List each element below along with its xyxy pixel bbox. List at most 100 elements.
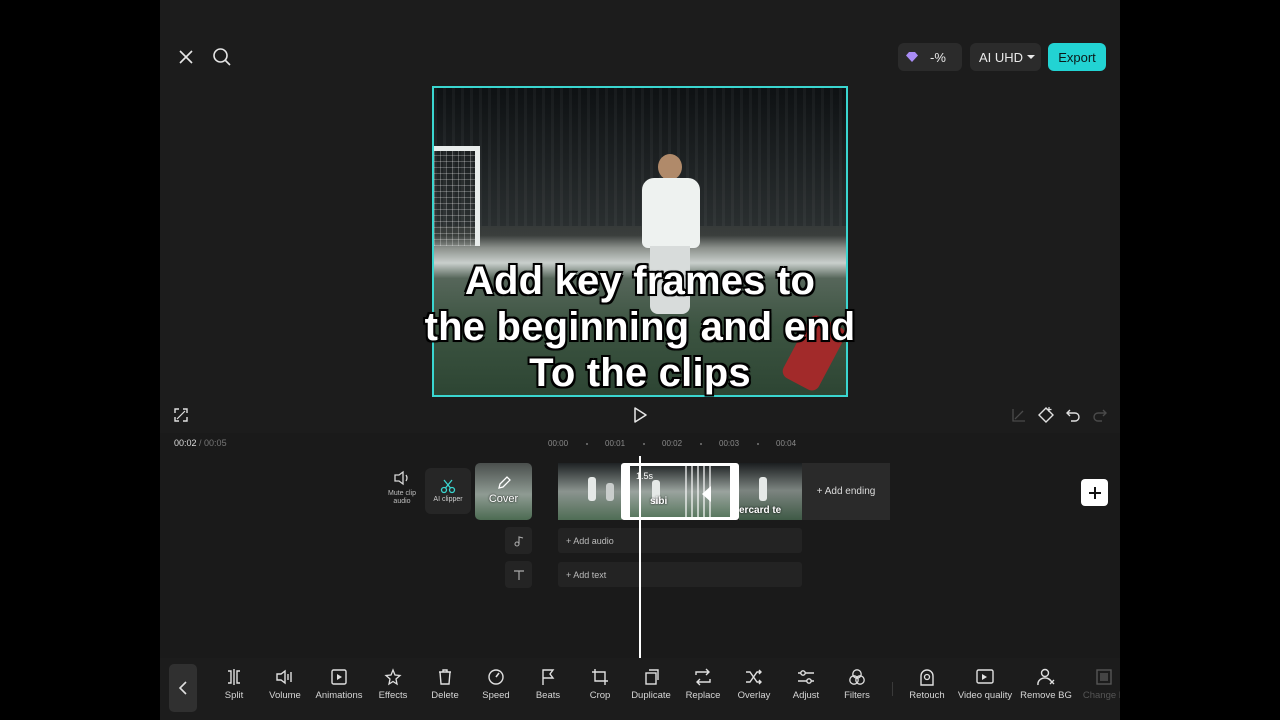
clip-figure <box>588 477 596 501</box>
play-icon[interactable] <box>629 404 651 426</box>
caret-down-icon <box>1027 55 1036 59</box>
video-clip[interactable]: ercard te <box>739 463 802 520</box>
quality-dropdown[interactable]: AI UHD <box>970 43 1041 71</box>
mute-clip-audio-label: Mute clip audio <box>387 490 416 505</box>
keyframe-marker-icon <box>702 486 711 502</box>
video-clip[interactable] <box>558 463 622 520</box>
add-keyframe-icon[interactable] <box>1035 404 1057 426</box>
caption-line-3: To the clips <box>529 351 751 395</box>
add-ending-button[interactable]: + Add ending <box>802 463 890 520</box>
mute-clip-audio-button[interactable]: Mute clip audio <box>379 470 425 506</box>
volume-label: Volume <box>269 690 301 701</box>
speaker-icon <box>394 470 408 486</box>
split-icon <box>228 669 240 685</box>
video-quality-label: Video quality <box>957 690 1013 701</box>
remove-bg-icon <box>1037 668 1055 686</box>
overlay-tool[interactable]: Overlay <box>724 668 784 701</box>
redo-icon[interactable] <box>1089 404 1111 426</box>
chevron-left-icon <box>178 681 187 695</box>
adjust-icon <box>798 670 814 684</box>
add-media-button[interactable] <box>1081 479 1108 506</box>
video-quality-tool[interactable]: Video quality <box>955 668 1015 701</box>
current-time: 00:02 <box>174 438 197 448</box>
change-bg-icon <box>1096 669 1112 685</box>
speed-tool[interactable]: Speed <box>466 668 526 701</box>
beats-tool[interactable]: Beats <box>518 668 578 701</box>
credits-label: -% <box>930 49 946 65</box>
fullscreen-icon[interactable] <box>170 404 192 426</box>
clip-overlay-text: sibi <box>650 496 668 507</box>
credits-badge[interactable]: -% <box>898 43 962 71</box>
caption-line-1: Add key frames to <box>464 259 816 303</box>
clip-figure <box>759 477 767 501</box>
cover-button[interactable]: Cover <box>475 463 532 520</box>
ruler-label: 00:03 <box>719 439 740 448</box>
retouch-tool[interactable]: Retouch <box>897 668 957 701</box>
playhead[interactable] <box>639 456 641 658</box>
animations-label: Animations <box>315 690 363 701</box>
beats-label: Beats <box>535 690 561 701</box>
clip-overlay-text: ercard te <box>739 505 782 516</box>
ruler-dot <box>700 443 702 445</box>
back-button[interactable] <box>169 664 197 712</box>
keyframe-graph-icon[interactable] <box>1008 404 1030 426</box>
retouch-label: Retouch <box>909 690 945 701</box>
ruler-dot <box>586 443 588 445</box>
ai-clipper-label: AI clipper <box>433 496 463 503</box>
text-icon[interactable] <box>505 561 532 588</box>
search-icon[interactable] <box>209 44 235 70</box>
ruler-dot <box>643 443 645 445</box>
effects-tool[interactable]: Effects <box>363 668 423 701</box>
video-editor: -% AI UHD Export Add key frames to the b… <box>160 0 1120 720</box>
remove-bg-label: Remove BG <box>1020 690 1072 701</box>
export-button[interactable]: Export <box>1048 43 1106 71</box>
overlay-icon <box>746 669 762 685</box>
replace-icon <box>695 668 711 686</box>
add-audio-track[interactable]: + Add audio <box>558 528 802 553</box>
retouch-icon <box>920 669 934 686</box>
ruler-dot <box>757 443 759 445</box>
clip-figure <box>606 483 614 501</box>
volume-icon <box>276 669 292 685</box>
preview-goal <box>434 146 480 246</box>
animations-tool[interactable]: Animations <box>309 668 369 701</box>
video-caption: Add key frames to the beginning and end … <box>360 258 920 396</box>
crop-icon <box>592 669 608 685</box>
toolbar-divider <box>892 682 893 696</box>
change-bg-label: Change B <box>1082 690 1120 701</box>
remove-bg-tool[interactable]: Remove BG <box>1016 668 1076 701</box>
ruler-label: 00:02 <box>662 439 683 448</box>
duplicate-icon <box>645 669 659 685</box>
undo-icon[interactable] <box>1062 404 1084 426</box>
cover-label: Cover <box>488 493 519 505</box>
ruler-label: 00:00 <box>548 439 569 448</box>
ai-clipper-button[interactable]: AI clipper <box>425 468 471 514</box>
filters-label: Filters <box>844 690 870 701</box>
music-note-icon[interactable] <box>505 527 532 554</box>
video-quality-icon <box>976 669 994 684</box>
diamond-icon <box>906 52 918 62</box>
close-icon[interactable] <box>173 44 199 70</box>
filters-tool[interactable]: Filters <box>827 668 887 701</box>
filters-icon <box>849 669 865 685</box>
overlay-label: Overlay <box>737 690 771 701</box>
ruler-label: 00:04 <box>776 439 797 448</box>
volume-tool[interactable]: Volume <box>255 668 315 701</box>
speed-icon <box>488 669 504 685</box>
effects-icon <box>384 668 402 686</box>
beats-icon <box>542 669 555 685</box>
animations-icon <box>331 669 347 685</box>
timecode: 00:02 / 00:05 <box>174 438 227 448</box>
add-text-track[interactable]: + Add text <box>558 562 802 587</box>
edit-pencil-icon <box>498 476 511 489</box>
quality-label: AI UHD <box>979 49 1024 65</box>
change-bg-tool[interactable]: Change B <box>1074 668 1120 701</box>
effects-label: Effects <box>378 690 408 701</box>
ruler-label: 00:01 <box>605 439 626 448</box>
caption-line-2: the beginning and end <box>424 305 856 349</box>
duplicate-tool[interactable]: Duplicate <box>621 668 681 701</box>
ai-scissors-icon <box>440 479 456 494</box>
duplicate-label: Duplicate <box>631 690 671 701</box>
speed-label: Speed <box>482 690 510 701</box>
total-time: / 00:05 <box>199 438 227 448</box>
